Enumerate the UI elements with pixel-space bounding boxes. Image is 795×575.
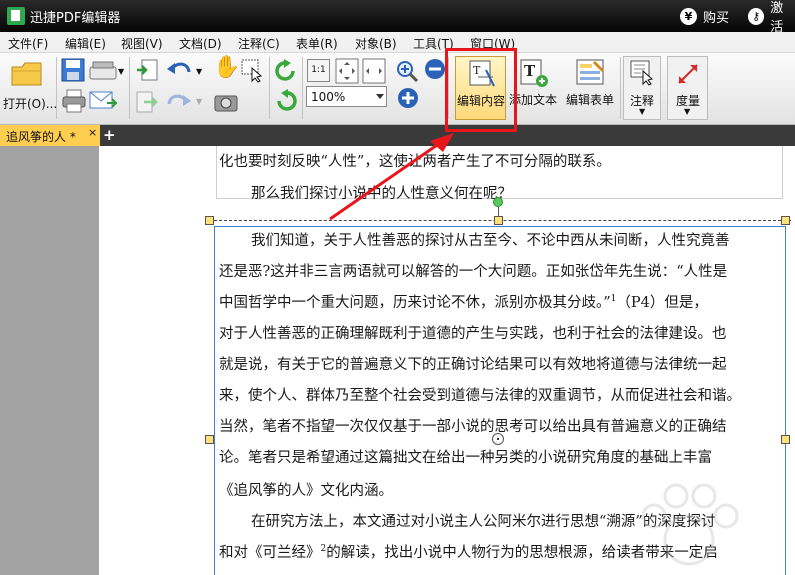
edit-content-icon: T [469, 60, 495, 87]
resize-handle-ne[interactable] [781, 216, 790, 225]
activate-label: 激活 [770, 1, 784, 35]
redo-icon[interactable] [166, 91, 192, 113]
folder-icon [11, 62, 42, 86]
prev-line: 化也要时刻反映“人性”，这使让两者产生了不可分隔的联系。 [219, 154, 611, 170]
edit-content-label: 编辑内容 [457, 94, 506, 108]
add-text-label: 添加文本 [509, 93, 558, 107]
fit-width-icon[interactable] [362, 58, 386, 84]
key-icon: ⚷ [748, 7, 765, 25]
add-text-icon: T [520, 59, 548, 87]
select-tool-icon[interactable] [241, 59, 265, 83]
menu-bar: 文件(F) 编辑(E) 视图(V) 文档(D) 注释(C) 表单(R) 对象(B… [0, 32, 795, 53]
edit-form-icon [576, 59, 605, 85]
print-icon[interactable] [62, 89, 86, 113]
resize-handle-e[interactable] [781, 435, 790, 444]
menu-form[interactable]: 表单(R) [296, 35, 338, 52]
add-tab-icon[interactable]: + [103, 126, 116, 144]
text-line: 当然，笔者不指望一次仅仅基于一部小说的思考可以给出具有普遍意义的正确结 [219, 419, 727, 435]
fit-page-icon[interactable] [335, 58, 359, 84]
annotate-icon [630, 60, 654, 86]
save-icon[interactable] [61, 58, 85, 82]
insert-page-icon[interactable] [136, 59, 158, 81]
app-title: 迅捷PDF编辑器 [30, 11, 121, 26]
text-line: 来，使个人、群体乃至整个社会受到道德与法律的双重调节，从而促进社会和谐。 [219, 388, 741, 404]
rotate-ccw-icon[interactable] [274, 89, 298, 113]
extract-page-icon[interactable] [136, 91, 158, 113]
title-bar: 迅捷PDF编辑器 ¥ 购买 ⚷ 激活 [0, 0, 795, 35]
zoom-in-icon[interactable] [397, 87, 419, 109]
menu-tools[interactable]: 工具(T) [413, 35, 454, 52]
menu-window[interactable]: 窗口(W) [470, 35, 515, 52]
resize-handle-n[interactable] [494, 216, 503, 225]
text-line: 我们知道，关于人性善恶的探讨从古至今、不论中西从未间断，人性究竟善 [251, 233, 730, 249]
zoom-dropdown-icon [376, 94, 384, 99]
resize-handle-nw[interactable] [205, 216, 214, 225]
annotate-dropdown-icon: ▼ [639, 107, 646, 116]
buy-label: 购买 [703, 10, 730, 26]
text-line: 就是说，有关于它的普遍意义下的正确讨论结果可以有效地将道德与法律统一起 [219, 357, 727, 373]
zoom-out-icon[interactable] [424, 58, 446, 80]
yen-icon: ¥ [680, 7, 697, 25]
measure-button[interactable]: 度量 ▼ [667, 56, 708, 120]
text-line: 还是恶?这并非三言两语就可以解答的一个大问题。正如张岱年先生说：“人性是 [219, 264, 728, 280]
document-tab-bar: 追风筝的人 * × + [0, 125, 795, 146]
undo-icon[interactable] [166, 59, 192, 81]
measure-icon [678, 64, 698, 84]
annotate-button[interactable]: 注释 ▼ [623, 56, 661, 120]
scanner-dropdown-icon[interactable]: ▼ [118, 67, 124, 76]
menu-document[interactable]: 文档(D) [179, 35, 222, 52]
add-text-button[interactable]: T 添加文本 [509, 56, 559, 120]
rotate-cw-icon[interactable] [274, 59, 298, 83]
rotate-handle[interactable] [493, 197, 503, 207]
edit-form-button[interactable]: 编辑表单 [564, 56, 618, 120]
svg-text:T: T [524, 62, 536, 80]
zoom-in-tool-icon[interactable] [396, 60, 418, 82]
edit-form-label: 编辑表单 [566, 93, 615, 107]
open-button[interactable]: 打开(O)... [3, 57, 57, 119]
document-tab[interactable]: 追风筝的人 * × [0, 125, 100, 146]
tab-close-icon[interactable]: × [88, 126, 97, 139]
zoom-value: 100% [311, 90, 346, 104]
buy-button[interactable]: ¥ 购买 [680, 6, 729, 26]
scanner-icon[interactable] [89, 59, 117, 81]
measure-dropdown-icon: ▼ [684, 107, 691, 116]
actual-size-button[interactable]: 1:1 [307, 59, 330, 82]
open-label: 打开(O)... [3, 97, 58, 111]
menu-edit[interactable]: 编辑(E) [65, 35, 106, 52]
document-tab-title: 追风筝的人 * [6, 130, 76, 144]
document-margin [0, 146, 99, 575]
snapshot-icon[interactable] [214, 91, 238, 113]
text-line: 对于人性善恶的正确理解既利于道德的产生与实践，也利于社会的法律建设。也 [219, 326, 727, 342]
activate-button[interactable]: ⚷ 激活 [748, 1, 795, 35]
menu-file[interactable]: 文件(F) [8, 35, 48, 52]
hand-tool-icon[interactable]: ✋ [213, 55, 240, 80]
menu-comment[interactable]: 注释(C) [238, 35, 280, 52]
email-icon[interactable] [89, 89, 117, 111]
svg-text:T: T [473, 64, 481, 77]
edit-content-button[interactable]: T 编辑内容 [455, 56, 506, 120]
text-line: 中国哲学中一个重大问题，历来讨论不休，派别亦极其分歧。”1（P4）但是， [219, 294, 708, 311]
prev-line: 那么我们探讨小说中的人性意义何在呢？ [251, 186, 512, 202]
text-line: 《追风筝的人》文化内涵。 [219, 483, 393, 499]
zoom-select[interactable]: 100% [306, 86, 387, 107]
menu-view[interactable]: 视图(V) [121, 35, 163, 52]
app-logo-icon [7, 7, 25, 25]
redo-dropdown-icon[interactable]: ▼ [196, 97, 202, 106]
resize-handle-w[interactable] [205, 435, 214, 444]
watermark-paw-icon [641, 483, 739, 566]
undo-dropdown-icon[interactable]: ▼ [196, 67, 202, 76]
text-line: 论。笔者只是希望通过这篇拙文在给出一种另类的小说研究角度的基础上丰富 [219, 450, 712, 466]
menu-object[interactable]: 对象(B) [355, 35, 397, 52]
